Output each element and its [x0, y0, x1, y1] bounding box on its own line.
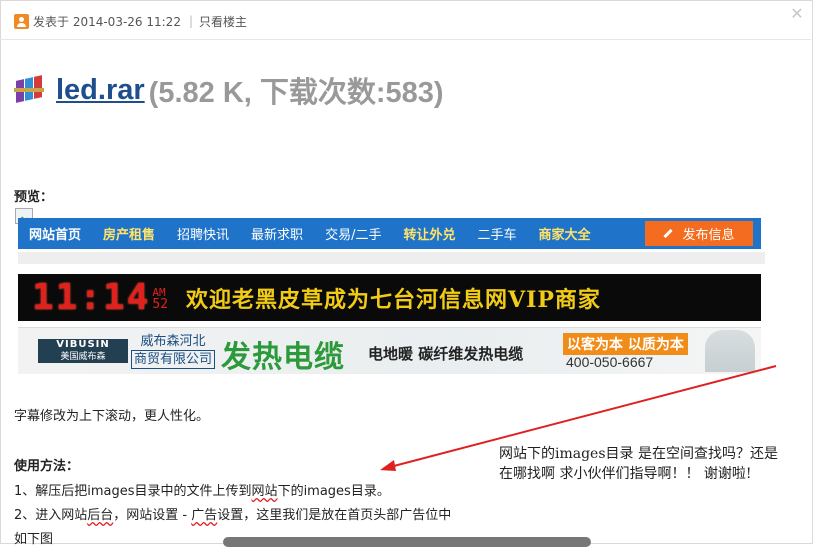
- nav-item-trade[interactable]: 交易/二手: [314, 224, 392, 243]
- usage-step-2: 2、进入网站后台，网站设置 - 广告设置，这里我们是放在首页头部广告位中: [14, 504, 451, 523]
- annotation-text: 网站下的images目录 是在空间查找吗？还是 在哪找啊 求小伙伴们指导啊！！ …: [499, 444, 811, 484]
- usage-title: 使用方法：: [14, 459, 80, 474]
- step2-prefix: 2、进入网站: [14, 508, 88, 523]
- nav-item-housing[interactable]: 房产租售: [92, 224, 166, 243]
- step2-mid: ，网站设置 -: [113, 508, 192, 523]
- nav-spacer: [18, 252, 765, 264]
- publish-button[interactable]: 发布信息: [645, 221, 753, 246]
- horizontal-scrollbar[interactable]: [223, 537, 591, 547]
- nav-item-resumes[interactable]: 最新求职: [240, 224, 314, 243]
- attachment-info: (5.82 K, 下载次数:583): [148, 77, 444, 109]
- header-divider: [0, 39, 811, 40]
- step1-suffix: 下的images目录。: [277, 484, 390, 499]
- ad-phone: 400-050-6667: [566, 354, 654, 370]
- nav-item-transfer[interactable]: 转让外兑: [392, 224, 466, 243]
- led-ampm: AM 52: [152, 286, 169, 312]
- ad-banner[interactable]: VIBUSIN 美国威布森 威布森河北 商贸有限公司 发热电缆 电地暖 碳纤维发…: [18, 327, 761, 374]
- rar-archive-icon: [14, 75, 46, 104]
- post-time: 发表于 2014-03-26 11:22: [33, 14, 181, 29]
- usage-step-1: 1、解压后把images目录中的文件上传到网站下的images目录。: [14, 480, 390, 499]
- ad-company-line1: 威布森河北: [140, 334, 206, 349]
- annotation-line-1: 网站下的images目录 是在空间查找吗？还是: [499, 446, 778, 462]
- meta-separator: |: [188, 14, 193, 28]
- ad-headline: 发热电缆: [221, 340, 345, 374]
- content-line-last: 如下图: [14, 532, 54, 547]
- step2-keyword-link-2[interactable]: 广告: [191, 508, 217, 523]
- site-nav-preview: 网站首页 房产租售 招聘快讯 最新求职 交易/二手 转让外兑 二手车 商家大全 …: [18, 218, 761, 249]
- ad-logo-cn: 美国威布森: [60, 352, 106, 362]
- attachment-download-link[interactable]: led.rar: [56, 74, 145, 107]
- annotation-line-2: 在哪找啊 求小伙伴们指导啊！！ 谢谢啦!: [499, 466, 752, 482]
- ad-company-line2: 商贸有限公司: [130, 350, 215, 369]
- nav-item-used-cars[interactable]: 二手车: [466, 224, 527, 243]
- led-seconds: 52: [152, 296, 169, 312]
- nav-item-merchants[interactable]: 商家大全: [527, 224, 601, 243]
- step1-prefix: 1、解压后把images目录中的文件上传到: [14, 484, 252, 499]
- preview-label: 预览：: [14, 190, 54, 205]
- led-clock: 11:14: [32, 277, 151, 318]
- attachment: led.rar (5.82 K, 下载次数:583): [14, 69, 444, 111]
- ad-person-image: [705, 330, 755, 372]
- publish-label: 发布信息: [682, 228, 735, 243]
- content-line-1: 字幕修改为上下滚动，更人性化。: [14, 409, 210, 424]
- led-message: 欢迎老黑皮草成为七台河信息网VIP商家: [186, 286, 601, 313]
- ad-subline: 电地暖 碳纤维发热电缆: [368, 345, 524, 363]
- user-icon: [14, 13, 29, 29]
- only-author-link[interactable]: 只看楼主: [199, 13, 247, 30]
- nav-item-home[interactable]: 网站首页: [18, 224, 92, 243]
- step2-keyword-link-1[interactable]: 后台: [87, 508, 113, 523]
- step2-suffix: 设置，这里我们是放在首页头部广告位中: [217, 508, 452, 523]
- post-meta: 发表于 2014-03-26 11:22 | 只看楼主: [14, 12, 247, 30]
- ad-company: 威布森河北 商贸有限公司: [130, 333, 216, 369]
- pencil-icon: [663, 228, 674, 239]
- ad-logo: VIBUSIN 美国威布森: [38, 339, 128, 363]
- ad-slogan: 以客为本 以质为本: [563, 333, 688, 355]
- step1-keyword-link[interactable]: 网站: [252, 484, 278, 499]
- nav-item-jobs[interactable]: 招聘快讯: [166, 224, 240, 243]
- led-scrolling-banner: 11:14 AM 52 欢迎老黑皮草成为七台河信息网VIP商家: [18, 274, 761, 321]
- ad-logo-en: VIBUSIN: [56, 339, 110, 350]
- close-icon[interactable]: ✕: [789, 6, 805, 22]
